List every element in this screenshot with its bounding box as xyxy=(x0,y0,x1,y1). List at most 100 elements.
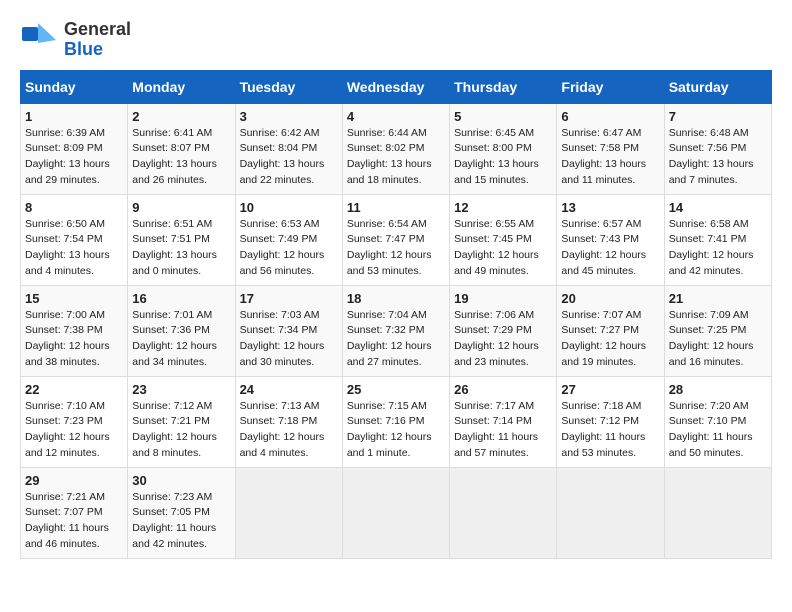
day-number: 8 xyxy=(25,200,123,215)
logo-general: General xyxy=(64,20,131,40)
calendar-cell: 25 Sunrise: 7:15 AMSunset: 7:16 PMDayligh… xyxy=(342,376,449,467)
calendar-cell: 9 Sunrise: 6:51 AMSunset: 7:51 PMDaylight… xyxy=(128,194,235,285)
calendar-cell: 4 Sunrise: 6:44 AMSunset: 8:02 PMDaylight… xyxy=(342,103,449,194)
day-number: 2 xyxy=(132,109,230,124)
calendar-cell: 6 Sunrise: 6:47 AMSunset: 7:58 PMDaylight… xyxy=(557,103,664,194)
day-info: Sunrise: 6:44 AMSunset: 8:02 PMDaylight:… xyxy=(347,126,445,189)
day-number: 21 xyxy=(669,291,767,306)
day-number: 12 xyxy=(454,200,552,215)
day-number: 20 xyxy=(561,291,659,306)
day-info: Sunrise: 6:55 AMSunset: 7:45 PMDaylight:… xyxy=(454,217,552,280)
day-number: 14 xyxy=(669,200,767,215)
calendar-cell: 8 Sunrise: 6:50 AMSunset: 7:54 PMDaylight… xyxy=(21,194,128,285)
calendar-cell: 19 Sunrise: 7:06 AMSunset: 7:29 PMDayligh… xyxy=(450,285,557,376)
weekday-header-saturday: Saturday xyxy=(664,70,771,103)
day-info: Sunrise: 7:01 AMSunset: 7:36 PMDaylight:… xyxy=(132,308,230,371)
day-info: Sunrise: 6:45 AMSunset: 8:00 PMDaylight:… xyxy=(454,126,552,189)
weekday-header-sunday: Sunday xyxy=(21,70,128,103)
day-number: 19 xyxy=(454,291,552,306)
day-number: 4 xyxy=(347,109,445,124)
calendar-cell: 16 Sunrise: 7:01 AMSunset: 7:36 PMDayligh… xyxy=(128,285,235,376)
calendar-cell xyxy=(664,467,771,558)
weekday-header-monday: Monday xyxy=(128,70,235,103)
day-info: Sunrise: 6:41 AMSunset: 8:07 PMDaylight:… xyxy=(132,126,230,189)
day-number: 7 xyxy=(669,109,767,124)
weekday-header-friday: Friday xyxy=(557,70,664,103)
day-info: Sunrise: 7:03 AMSunset: 7:34 PMDaylight:… xyxy=(240,308,338,371)
calendar-cell: 27Sunrise: 7:18 AMSunset: 7:12 PMDayligh… xyxy=(557,376,664,467)
day-number: 10 xyxy=(240,200,338,215)
calendar-week-2: 8 Sunrise: 6:50 AMSunset: 7:54 PMDaylight… xyxy=(21,194,772,285)
day-info: Sunrise: 7:18 AMSunset: 7:12 PMDaylight:… xyxy=(561,399,659,462)
day-number: 17 xyxy=(240,291,338,306)
calendar-cell: 11Sunrise: 6:54 AMSunset: 7:47 PMDayligh… xyxy=(342,194,449,285)
day-number: 29 xyxy=(25,473,123,488)
day-number: 5 xyxy=(454,109,552,124)
calendar-cell xyxy=(235,467,342,558)
calendar-cell xyxy=(342,467,449,558)
calendar-cell: 30 Sunrise: 7:23 AMSunset: 7:05 PMDayligh… xyxy=(128,467,235,558)
weekday-header-thursday: Thursday xyxy=(450,70,557,103)
calendar-table: SundayMondayTuesdayWednesdayThursdayFrid… xyxy=(20,70,772,559)
day-info: Sunrise: 6:51 AMSunset: 7:51 PMDaylight:… xyxy=(132,217,230,280)
calendar-cell: 24 Sunrise: 7:13 AMSunset: 7:18 PMDayligh… xyxy=(235,376,342,467)
day-number: 23 xyxy=(132,382,230,397)
day-number: 3 xyxy=(240,109,338,124)
day-info: Sunrise: 7:15 AMSunset: 7:16 PMDaylight:… xyxy=(347,399,445,462)
calendar-week-4: 22 Sunrise: 7:10 AMSunset: 7:23 PMDayligh… xyxy=(21,376,772,467)
day-number: 9 xyxy=(132,200,230,215)
calendar-week-5: 29 Sunrise: 7:21 AMSunset: 7:07 PMDayligh… xyxy=(21,467,772,558)
calendar-cell: 15 Sunrise: 7:00 AMSunset: 7:38 PMDayligh… xyxy=(21,285,128,376)
day-number: 24 xyxy=(240,382,338,397)
calendar-cell: 22 Sunrise: 7:10 AMSunset: 7:23 PMDayligh… xyxy=(21,376,128,467)
day-info: Sunrise: 7:00 AMSunset: 7:38 PMDaylight:… xyxy=(25,308,123,371)
day-number: 16 xyxy=(132,291,230,306)
day-info: Sunrise: 7:06 AMSunset: 7:29 PMDaylight:… xyxy=(454,308,552,371)
logo-blue: Blue xyxy=(64,40,131,60)
day-number: 22 xyxy=(25,382,123,397)
calendar-cell: 12 Sunrise: 6:55 AMSunset: 7:45 PMDayligh… xyxy=(450,194,557,285)
day-number: 1 xyxy=(25,109,123,124)
day-info: Sunrise: 7:12 AMSunset: 7:21 PMDaylight:… xyxy=(132,399,230,462)
day-info: Sunrise: 7:17 AMSunset: 7:14 PMDaylight:… xyxy=(454,399,552,462)
calendar-cell: 23 Sunrise: 7:12 AMSunset: 7:21 PMDayligh… xyxy=(128,376,235,467)
day-info: Sunrise: 7:04 AMSunset: 7:32 PMDaylight:… xyxy=(347,308,445,371)
calendar-cell: 28Sunrise: 7:20 AMSunset: 7:10 PMDayligh… xyxy=(664,376,771,467)
day-info: Sunrise: 6:48 AMSunset: 7:56 PMDaylight:… xyxy=(669,126,767,189)
calendar-cell: 20Sunrise: 7:07 AMSunset: 7:27 PMDayligh… xyxy=(557,285,664,376)
calendar-cell: 3Sunrise: 6:42 AMSunset: 8:04 PMDaylight… xyxy=(235,103,342,194)
logo-svg xyxy=(20,21,58,59)
calendar-cell: 26 Sunrise: 7:17 AMSunset: 7:14 PMDayligh… xyxy=(450,376,557,467)
page-header: General Blue xyxy=(20,20,772,60)
day-info: Sunrise: 6:53 AMSunset: 7:49 PMDaylight:… xyxy=(240,217,338,280)
day-number: 11 xyxy=(347,200,445,215)
calendar-cell: 2 Sunrise: 6:41 AMSunset: 8:07 PMDaylight… xyxy=(128,103,235,194)
day-info: Sunrise: 7:21 AMSunset: 7:07 PMDaylight:… xyxy=(25,490,123,553)
calendar-cell: 5 Sunrise: 6:45 AMSunset: 8:00 PMDaylight… xyxy=(450,103,557,194)
day-number: 26 xyxy=(454,382,552,397)
weekday-header-tuesday: Tuesday xyxy=(235,70,342,103)
calendar-cell xyxy=(557,467,664,558)
calendar-cell: 10 Sunrise: 6:53 AMSunset: 7:49 PMDayligh… xyxy=(235,194,342,285)
day-number: 30 xyxy=(132,473,230,488)
day-info: Sunrise: 7:13 AMSunset: 7:18 PMDaylight:… xyxy=(240,399,338,462)
day-number: 15 xyxy=(25,291,123,306)
day-info: Sunrise: 6:50 AMSunset: 7:54 PMDaylight:… xyxy=(25,217,123,280)
day-info: Sunrise: 6:58 AMSunset: 7:41 PMDaylight:… xyxy=(669,217,767,280)
calendar-cell xyxy=(450,467,557,558)
calendar-cell: 1Sunrise: 6:39 AMSunset: 8:09 PMDaylight… xyxy=(21,103,128,194)
calendar-cell: 7 Sunrise: 6:48 AMSunset: 7:56 PMDaylight… xyxy=(664,103,771,194)
calendar-cell: 29 Sunrise: 7:21 AMSunset: 7:07 PMDayligh… xyxy=(21,467,128,558)
day-number: 6 xyxy=(561,109,659,124)
day-number: 18 xyxy=(347,291,445,306)
day-info: Sunrise: 7:10 AMSunset: 7:23 PMDaylight:… xyxy=(25,399,123,462)
weekday-header-wednesday: Wednesday xyxy=(342,70,449,103)
day-info: Sunrise: 6:47 AMSunset: 7:58 PMDaylight:… xyxy=(561,126,659,189)
calendar-week-3: 15 Sunrise: 7:00 AMSunset: 7:38 PMDayligh… xyxy=(21,285,772,376)
calendar-cell: 14 Sunrise: 6:58 AMSunset: 7:41 PMDayligh… xyxy=(664,194,771,285)
weekday-header-row: SundayMondayTuesdayWednesdayThursdayFrid… xyxy=(21,70,772,103)
day-number: 13 xyxy=(561,200,659,215)
day-number: 25 xyxy=(347,382,445,397)
day-info: Sunrise: 7:23 AMSunset: 7:05 PMDaylight:… xyxy=(132,490,230,553)
calendar-cell: 13Sunrise: 6:57 AMSunset: 7:43 PMDayligh… xyxy=(557,194,664,285)
